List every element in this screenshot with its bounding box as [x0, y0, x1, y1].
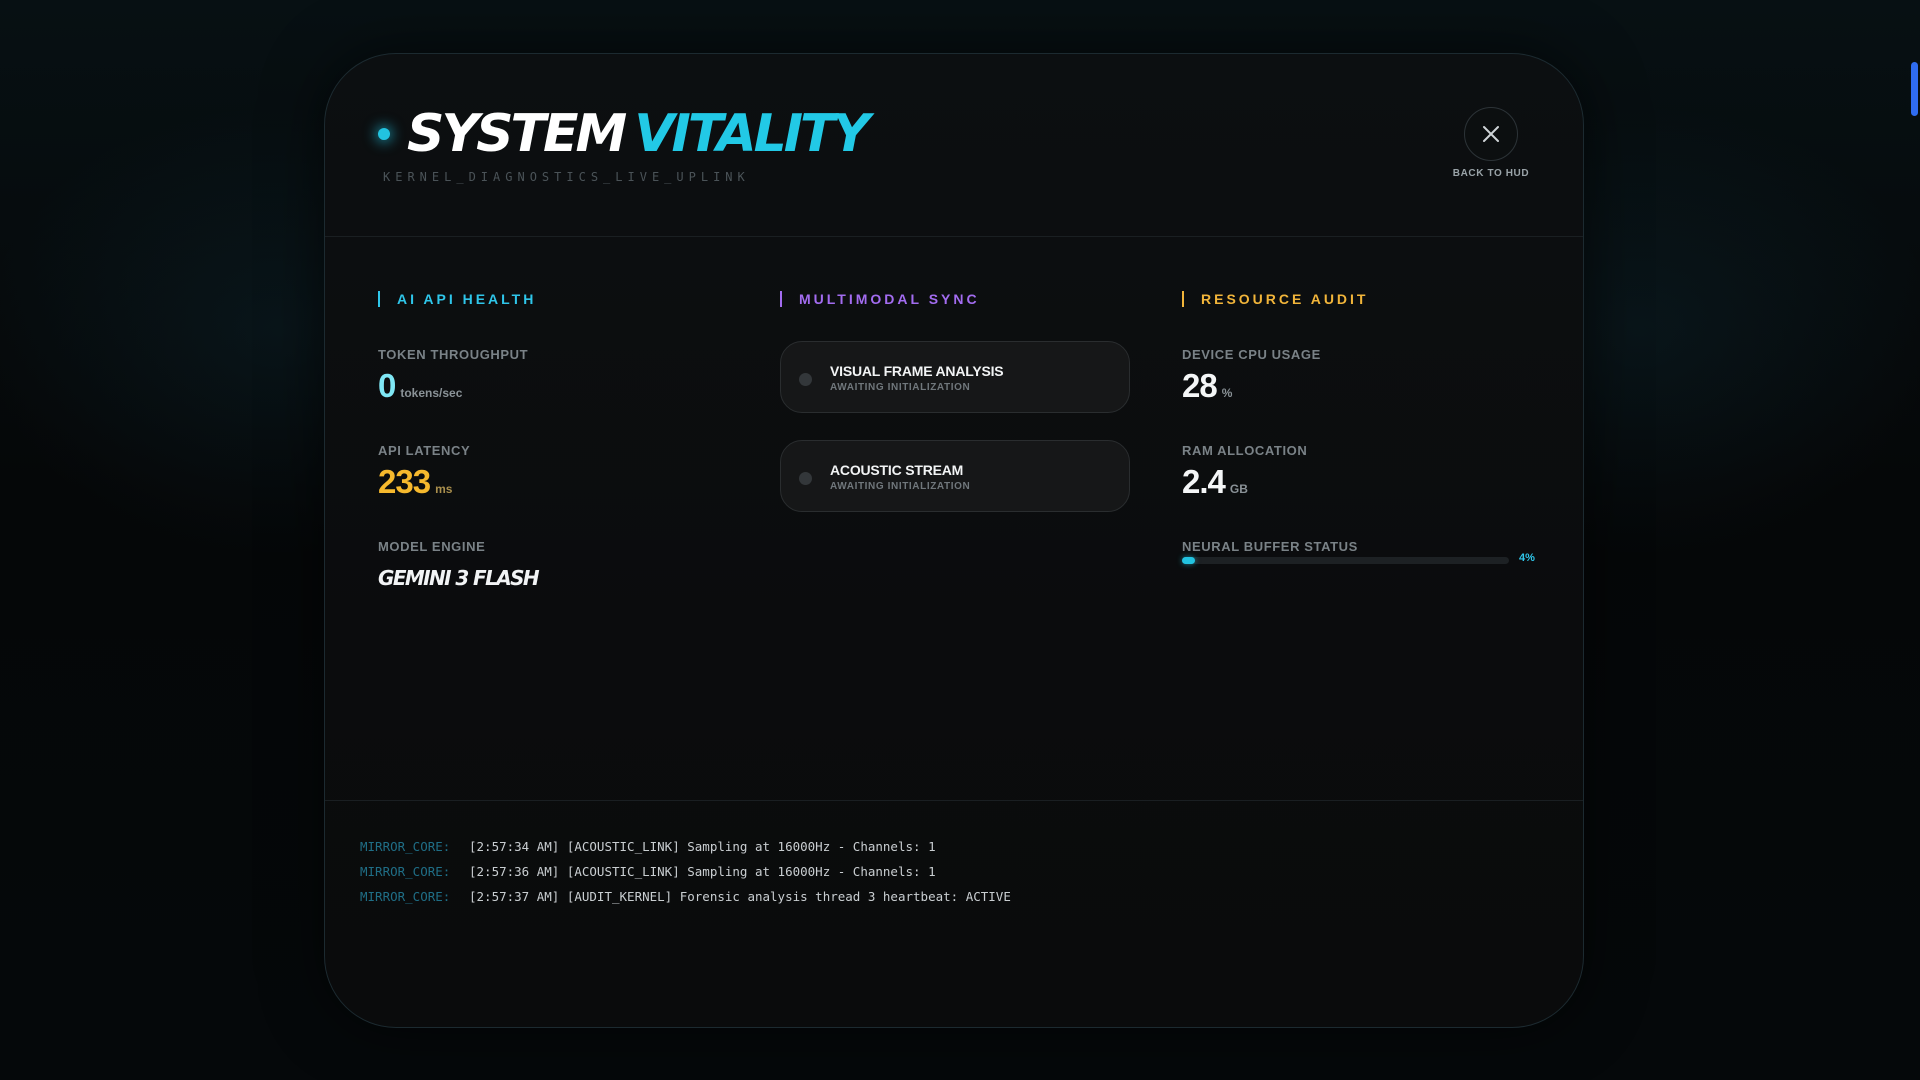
metric-value: 233	[378, 463, 431, 500]
acoustic-stream-card[interactable]: ACOUSTIC STREAM AWAITING INITIALIZATION	[780, 440, 1130, 512]
log-line: MIRROR_CORE: [2:57:37 AM] [AUDIT_KERNEL] …	[360, 889, 1011, 905]
status-indicator-icon	[799, 472, 812, 485]
neural-buffer-progress-bar	[1182, 557, 1509, 564]
page-subtitle: KERNEL_DIAGNOSTICS_LIVE_UPLINK	[383, 170, 750, 184]
card-title: VISUAL FRAME ANALYSIS	[830, 363, 1004, 379]
section-heading-ai-health: AI API HEALTH	[378, 291, 728, 307]
ai-api-health-section: AI API HEALTH TOKEN THROUGHPUT 0 tokens/s…	[378, 291, 728, 590]
metric-unit: tokens/sec	[400, 386, 463, 400]
title-word-system: SYSTEM	[407, 104, 627, 164]
status-indicator-icon	[799, 373, 812, 386]
kernel-log-console: MIRROR_CORE: [2:57:34 AM] [ACOUSTIC_LINK]…	[325, 800, 1583, 1027]
card-status: AWAITING INITIALIZATION	[830, 481, 971, 492]
close-icon	[1483, 126, 1499, 142]
status-dot-icon	[378, 128, 390, 140]
neural-buffer-progress-fill	[1182, 557, 1196, 564]
metric-unit: GB	[1229, 482, 1248, 496]
metric-label: TOKEN THROUGHPUT	[378, 347, 529, 362]
metric-label: RAM ALLOCATION	[1182, 443, 1308, 458]
card-title: ACOUSTIC STREAM	[830, 462, 964, 478]
log-source: MIRROR_CORE:	[360, 839, 451, 854]
back-to-hud-button[interactable]	[1464, 107, 1518, 161]
metric-ram-allocation: RAM ALLOCATION 2.4 GB	[1182, 443, 1307, 507]
metric-unit: %	[1221, 386, 1233, 400]
metric-label: DEVICE CPU USAGE	[1182, 347, 1321, 362]
log-source: MIRROR_CORE:	[360, 864, 451, 879]
log-message: [2:57:37 AM] [AUDIT_KERNEL] Forensic ana…	[469, 889, 1011, 904]
section-heading-multimodal: MULTIMODAL SYNC	[780, 291, 1130, 307]
back-to-hud-label: BACK TO HUD	[1452, 168, 1530, 179]
panel-header: SYSTEM VITALITY KERNEL_DIAGNOSTICS_LIVE_U…	[325, 54, 1583, 237]
system-vitality-panel: SYSTEM VITALITY KERNEL_DIAGNOSTICS_LIVE_U…	[324, 53, 1584, 1028]
metric-label: NEURAL BUFFER STATUS	[1182, 539, 1358, 554]
log-line: MIRROR_CORE: [2:57:34 AM] [ACOUSTIC_LINK]…	[360, 839, 936, 855]
metric-model-engine: MODEL ENGINE GEMINI 3 FLASH	[378, 539, 540, 590]
multimodal-sync-section: MULTIMODAL SYNC VISUAL FRAME ANALYSIS AW…	[780, 291, 1130, 512]
visual-frame-analysis-card[interactable]: VISUAL FRAME ANALYSIS AWAITING INITIALIZ…	[780, 341, 1130, 413]
metric-unit: ms	[435, 482, 453, 496]
metric-api-latency: API LATENCY 233 ms	[378, 443, 470, 507]
metric-label: API LATENCY	[378, 443, 471, 458]
log-line: MIRROR_CORE: [2:57:36 AM] [ACOUSTIC_LINK]…	[360, 864, 936, 880]
title-word-vitality: VITALITY	[634, 104, 870, 164]
resource-audit-section: RESOURCE AUDIT DEVICE CPU USAGE 28% RAM …	[1182, 291, 1535, 564]
metric-neural-buffer: NEURAL BUFFER STATUS 4%	[1182, 539, 1552, 564]
metric-token-throughput: TOKEN THROUGHPUT 0 tokens/sec	[378, 347, 528, 411]
scrollbar-thumb[interactable]	[1911, 62, 1918, 116]
log-source: MIRROR_CORE:	[360, 889, 451, 904]
log-message: [2:57:34 AM] [ACOUSTIC_LINK] Sampling at…	[469, 839, 936, 854]
metric-value: 0	[378, 367, 396, 404]
metric-cpu-usage: DEVICE CPU USAGE 28%	[1182, 347, 1321, 411]
metric-value: 2.4	[1182, 463, 1226, 500]
section-heading-resource-audit: RESOURCE AUDIT	[1182, 291, 1532, 307]
metric-label: MODEL ENGINE	[378, 539, 486, 554]
card-status: AWAITING INITIALIZATION	[830, 382, 971, 393]
neural-buffer-percent: 4%	[1519, 552, 1535, 564]
metric-value: 28	[1182, 367, 1218, 404]
model-engine-value: GEMINI 3 FLASH	[378, 566, 540, 590]
log-message: [2:57:36 AM] [ACOUSTIC_LINK] Sampling at…	[469, 864, 936, 879]
page-title: SYSTEM VITALITY	[407, 104, 870, 164]
